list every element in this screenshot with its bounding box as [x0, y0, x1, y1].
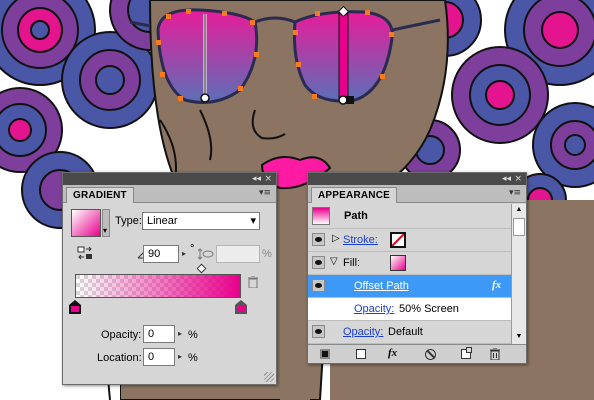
stroke-none-swatch-icon[interactable] — [390, 232, 406, 248]
delete-stop-icon[interactable] — [248, 275, 258, 289]
close-panel-button[interactable]: × — [264, 174, 272, 184]
object-opacity-value: Default — [388, 326, 423, 338]
path-thumbnail-icon — [312, 207, 330, 225]
gradient-slider-bar[interactable] — [75, 274, 241, 298]
appearance-panel-titlebar[interactable]: ◂◂ × — [308, 173, 526, 185]
object-opacity-row[interactable]: Opacity: Default — [308, 321, 511, 344]
path-label: Path — [344, 210, 368, 222]
opacity-stepper[interactable]: ▸ — [175, 325, 185, 343]
type-value: Linear — [147, 215, 178, 227]
clear-appearance-icon[interactable] — [425, 349, 436, 360]
fill-opacity-row[interactable]: Opacity: 50% Screen — [308, 298, 511, 321]
add-effect-icon[interactable]: fx — [388, 347, 397, 359]
opacity-label: Opacity: — [101, 329, 142, 341]
gradient-panel-titlebar[interactable]: ◂◂ × — [63, 173, 276, 185]
collapse-panel-button[interactable]: ◂◂ — [502, 174, 511, 184]
angle-input[interactable]: 90 — [143, 245, 179, 263]
add-stroke-icon[interactable] — [356, 349, 366, 359]
fill-opacity-link[interactable]: Opacity: — [354, 303, 394, 315]
type-select[interactable]: Linear ▾ — [142, 212, 260, 230]
stroke-row[interactable]: ▷ Stroke: — [308, 229, 511, 252]
new-art-icon[interactable] — [320, 349, 330, 359]
type-dropdown-icon[interactable]: ▾ — [250, 213, 256, 229]
offset-path-row[interactable]: Offset Path fx — [308, 275, 511, 298]
appearance-list: Path ▷ Stroke: ▽ Fill: Offset Path fx Op… — [308, 204, 526, 344]
angle-unit: ° — [190, 243, 195, 255]
appearance-scrollbar[interactable]: ▲ ▼ — [511, 204, 526, 344]
aspect-ratio-input[interactable] — [216, 245, 260, 263]
type-label: Type: — [115, 215, 142, 227]
offset-path-link[interactable]: Offset Path — [354, 280, 409, 292]
stroke-link[interactable]: Stroke: — [343, 234, 378, 246]
location-label: Location: — [97, 352, 142, 364]
visibility-eye-icon[interactable] — [312, 256, 325, 269]
location-stepper[interactable]: ▸ — [175, 348, 185, 366]
collapse-panel-button[interactable]: ◂◂ — [252, 174, 261, 184]
swatch-dropdown-icon[interactable]: ▾ — [102, 209, 110, 237]
angle-stepper[interactable]: ▸ — [179, 245, 189, 263]
aspect-unit: % — [262, 248, 272, 260]
fill-row[interactable]: ▽ Fill: — [308, 252, 511, 275]
angle-value: 90 — [148, 248, 161, 260]
fill-expand-icon[interactable]: ▽ — [330, 256, 338, 267]
gradient-tab-row: GRADIENT ▾≡ — [63, 185, 276, 203]
visibility-eye-icon[interactable] — [312, 233, 325, 246]
color-stop-left-icon[interactable] — [69, 300, 81, 314]
object-opacity-link[interactable]: Opacity: — [343, 326, 383, 338]
reverse-gradient-icon[interactable] — [77, 246, 93, 260]
appearance-footer: fx — [308, 344, 526, 363]
appearance-panel[interactable]: ◂◂ × APPEARANCE ▾≡ Path ▷ Stroke: ▽ Fill… — [307, 172, 527, 364]
swatch-dropdown-glyph: ▾ — [103, 226, 108, 235]
fill-label: Fill: — [343, 257, 361, 269]
fx-icon[interactable]: fx — [492, 279, 501, 291]
path-row[interactable]: Path — [308, 204, 511, 229]
stroke-expand-icon[interactable]: ▷ — [332, 233, 340, 244]
aspect-ratio-icon — [197, 247, 214, 261]
opacity-value: 0 — [148, 328, 155, 340]
delete-item-icon[interactable] — [490, 347, 500, 361]
panel-menu-button[interactable]: ▾≡ — [259, 188, 271, 198]
scroll-down-icon[interactable]: ▼ — [513, 332, 525, 342]
location-input[interactable]: 0 — [143, 348, 175, 366]
location-unit: % — [188, 352, 198, 364]
tab-appearance[interactable]: APPEARANCE — [311, 187, 398, 203]
tab-gradient[interactable]: GRADIENT — [66, 187, 134, 203]
panel-menu-button[interactable]: ▾≡ — [509, 188, 521, 198]
midpoint-icon[interactable] — [196, 263, 207, 274]
resize-grip[interactable] — [264, 372, 274, 382]
visibility-eye-icon[interactable] — [312, 325, 325, 338]
opacity-input[interactable]: 0 — [143, 325, 175, 343]
appearance-tab-row: APPEARANCE ▾≡ — [308, 185, 526, 203]
opacity-unit: % — [188, 329, 198, 341]
gradient-panel[interactable]: ◂◂ × GRADIENT ▾≡ ▾ Type: Linear ▾ 90 ▸ °… — [62, 172, 277, 385]
duplicate-item-icon[interactable] — [461, 347, 472, 359]
visibility-eye-icon[interactable] — [312, 279, 325, 292]
fill-opacity-value: 50% Screen — [399, 303, 459, 315]
gradient-swatch-icon[interactable] — [71, 209, 101, 237]
scroll-thumb[interactable] — [513, 218, 525, 236]
color-stop-right-icon[interactable] — [235, 300, 247, 314]
close-panel-button[interactable]: × — [514, 174, 522, 184]
location-value: 0 — [148, 351, 155, 363]
fill-gradient-swatch-icon[interactable] — [390, 255, 406, 271]
scroll-up-icon[interactable]: ▲ — [513, 205, 525, 215]
